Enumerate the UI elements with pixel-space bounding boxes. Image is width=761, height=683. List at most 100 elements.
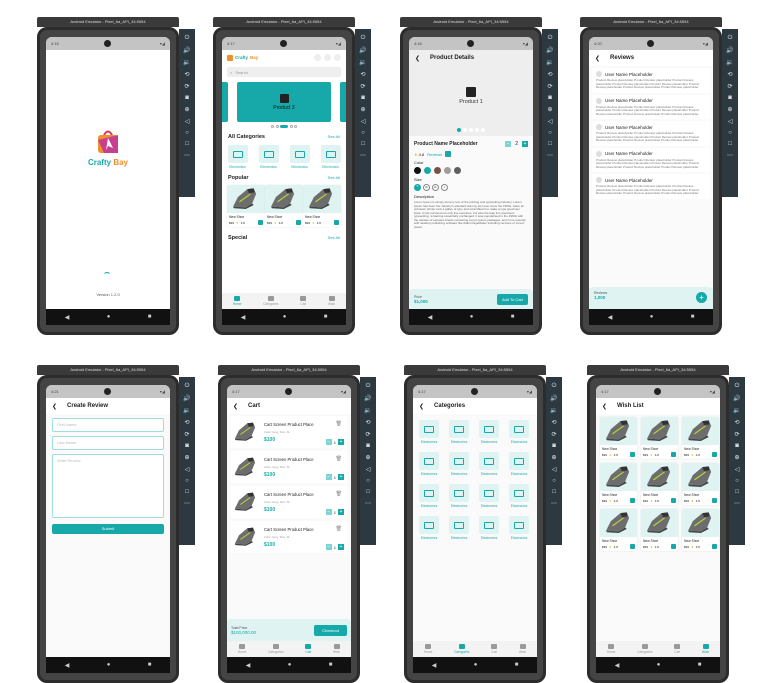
nav-recents-icon[interactable]: ■ [324,314,328,320]
see-all-link[interactable]: See All [328,134,340,140]
decrease-quantity-button[interactable]: − [325,509,332,515]
nav-recents-icon[interactable]: ■ [515,662,519,668]
camera-icon[interactable]: ◙ [735,443,739,449]
back-icon[interactable]: ◁ [185,466,190,473]
size-option[interactable]: XL [423,184,430,191]
back-icon[interactable]: ◁ [361,118,366,125]
submit-button[interactable]: Submit [52,524,164,534]
rotate-left-icon[interactable]: ⟲ [360,71,365,78]
profile-icon[interactable] [314,54,321,61]
camera-icon[interactable]: ◙ [366,443,370,449]
nav-home-icon[interactable]: ● [107,314,111,320]
nav-recents-icon[interactable]: ■ [148,662,152,668]
checkout-button[interactable]: Checkout [314,624,347,636]
search-bar[interactable]: ⌕ Search [227,67,341,77]
home-icon[interactable]: ○ [548,130,552,136]
size-option[interactable]: 2L [432,184,439,191]
product-card[interactable]: New Shoe $99 ★ 4.8 [682,509,719,551]
product-card[interactable]: New Shoe $99 ★ 4.8 [641,509,678,551]
volume-down-icon[interactable]: 🔉 [726,59,733,66]
back-icon[interactable]: ◁ [185,118,190,125]
nav-back-icon[interactable]: ◀ [428,314,433,321]
product-card[interactable]: New Shoe $99 ★ 4.8 [600,509,637,551]
wishlist-button[interactable] [630,544,635,549]
nav-item-categories[interactable]: Categories [263,296,279,306]
see-all-link[interactable]: See All [328,175,340,181]
volume-down-icon[interactable]: 🔉 [733,407,740,414]
nav-recents-icon[interactable]: ■ [511,314,515,320]
nav-item-home[interactable]: Home [238,644,246,654]
category-item[interactable]: Electronics [475,452,503,476]
more-icon[interactable]: ⋯ [184,500,190,507]
category-item[interactable]: Electronics [505,420,533,444]
zoom-icon[interactable]: ⊕ [184,454,189,461]
nav-recents-icon[interactable]: ■ [698,662,702,668]
color-swatch[interactable] [454,167,461,174]
nav-item-cart[interactable]: Cart [491,644,497,654]
nav-home-icon[interactable]: ● [283,314,287,320]
category-item[interactable]: Electronics [415,516,443,540]
rotate-right-icon[interactable]: ⟳ [360,83,365,90]
increase-quantity-button[interactable]: + [522,141,528,147]
add-review-button[interactable]: + [696,292,707,303]
more-icon[interactable]: ⋯ [360,152,366,159]
decrease-quantity-button[interactable]: − [325,544,332,550]
nav-back-icon[interactable]: ◀ [615,662,620,669]
volume-down-icon[interactable]: 🔉 [183,59,190,66]
category-item[interactable]: Electronics [505,452,533,476]
decrease-quantity-button[interactable]: − [325,439,332,445]
rotate-right-icon[interactable]: ⟳ [365,431,370,438]
product-card[interactable]: New Shoe $99 ★ 4.8 [600,463,637,505]
home-icon[interactable]: ○ [735,478,739,484]
volume-down-icon[interactable]: 🔉 [546,59,553,66]
color-swatch[interactable] [434,167,441,174]
wishlist-button[interactable] [712,498,717,503]
product-card[interactable]: New Shoe $99 ★ 4.8 [641,417,678,459]
camera-icon[interactable]: ◙ [552,443,556,449]
nav-back-icon[interactable]: ◀ [608,314,613,321]
add-to-cart-button[interactable]: Add To Cart [496,293,528,305]
product-card[interactable]: New Shoe $99 ★ 4.8 [303,185,341,227]
wishlist-button[interactable] [712,452,717,457]
rotate-right-icon[interactable]: ⟳ [547,83,552,90]
nav-item-home[interactable]: Home [607,644,615,654]
back-arrow-icon[interactable]: ❮ [602,403,607,410]
nav-home-icon[interactable]: ● [470,314,474,320]
volume-down-icon[interactable]: 🔉 [550,407,557,414]
volume-up-icon[interactable]: 🔊 [359,47,366,54]
more-icon[interactable]: ⋯ [727,152,733,159]
back-arrow-icon[interactable]: ❮ [233,403,238,410]
gallery-dot[interactable] [463,128,467,132]
overview-icon[interactable]: □ [552,489,556,495]
size-option[interactable]: S [414,184,421,191]
increase-quantity-button[interactable]: + [338,544,344,550]
zoom-icon[interactable]: ⊕ [360,106,365,113]
overview-icon[interactable]: □ [185,141,189,147]
category-item[interactable]: Electronics [224,145,252,169]
category-item[interactable]: Electronics [415,452,443,476]
power-icon[interactable]: ⏻ [735,383,740,390]
back-icon[interactable]: ◁ [548,118,553,125]
volume-up-icon[interactable]: 🔊 [183,47,190,54]
back-arrow-icon[interactable]: ❮ [52,403,57,410]
nav-home-icon[interactable]: ● [288,662,292,668]
nav-item-categories[interactable]: Categories [637,644,653,654]
carousel-dot[interactable] [271,125,274,128]
nav-item-cart[interactable]: Cart [305,644,311,654]
last-name-input[interactable]: Last Name [52,436,164,450]
more-icon[interactable]: ⋯ [184,152,190,159]
wishlist-button[interactable] [671,544,676,549]
zoom-icon[interactable]: ⊕ [734,454,739,461]
banner-slide[interactable]: Product 3 [237,82,331,122]
bell-icon[interactable] [334,54,341,61]
power-icon[interactable]: ⏻ [552,383,557,390]
rotate-right-icon[interactable]: ⟳ [551,431,556,438]
overview-icon[interactable]: □ [361,141,365,147]
zoom-icon[interactable]: ⊕ [547,106,552,113]
volume-up-icon[interactable]: 🔊 [364,395,371,402]
gallery-dot[interactable] [469,128,473,132]
increase-quantity-button[interactable]: + [338,474,344,480]
rotate-left-icon[interactable]: ⟲ [184,419,189,426]
carousel-dot[interactable] [289,125,293,128]
category-item[interactable]: Electronics [255,145,283,169]
